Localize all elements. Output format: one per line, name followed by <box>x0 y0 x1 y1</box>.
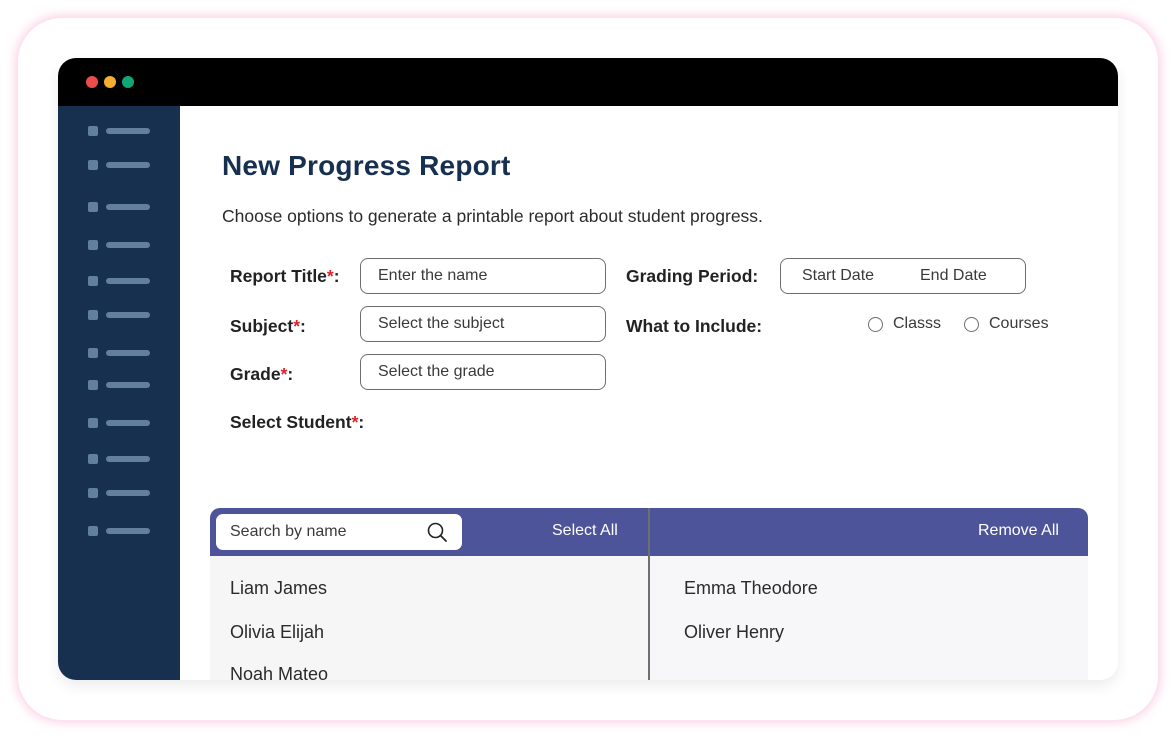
label-colon: : <box>358 412 365 432</box>
radio-button[interactable] <box>964 316 979 332</box>
sidebar-item[interactable] <box>88 454 152 464</box>
label-colon: : <box>333 266 340 286</box>
page-subtitle: Choose options to generate a printable r… <box>222 206 763 226</box>
available-students-list: Liam James Olivia Elijah Noah Mateo <box>210 556 648 680</box>
student-search-input[interactable] <box>230 514 420 550</box>
subject-select[interactable]: Select the subject <box>360 306 606 342</box>
available-student-item[interactable]: Olivia Elijah <box>230 622 324 643</box>
include-option-courses[interactable]: Courses <box>964 306 1049 342</box>
selected-student-item[interactable]: Oliver Henry <box>684 622 784 643</box>
search-icon[interactable] <box>426 521 448 543</box>
sidebar-item-label-placeholder <box>106 204 150 210</box>
grading-period-label: Grading Period: <box>626 266 759 286</box>
sidebar-item-icon <box>88 454 98 464</box>
sidebar-item-label-placeholder <box>106 490 150 496</box>
window-close-button[interactable] <box>86 76 98 88</box>
sidebar-item[interactable] <box>88 310 152 320</box>
sidebar-item-label-placeholder <box>106 128 150 134</box>
select-student-label-text: Select Student <box>230 412 352 432</box>
sidebar-item-label-placeholder <box>106 456 150 462</box>
sidebar-item-icon <box>88 240 98 250</box>
grading-period-range: Start Date End Date <box>780 258 1026 294</box>
report-title-label-text: Report Title <box>230 266 327 286</box>
window-minimize-button[interactable] <box>104 76 116 88</box>
radio-label: Courses <box>989 315 1049 332</box>
sidebar-item-icon <box>88 202 98 212</box>
grade-select[interactable]: Select the grade <box>360 354 606 390</box>
subject-label: Subject*: <box>230 316 306 337</box>
sidebar-item[interactable] <box>88 160 152 170</box>
sidebar-item[interactable] <box>88 526 152 536</box>
grade-label-text: Grade <box>230 364 281 384</box>
student-search-box <box>216 514 462 550</box>
student-picker: Select All Remove All Liam James Olivia … <box>210 508 1088 680</box>
sidebar-item-label-placeholder <box>106 312 150 318</box>
what-to-include-label: What to Include: <box>626 316 763 336</box>
sidebar-item-icon <box>88 310 98 320</box>
sidebar-item-icon <box>88 160 98 170</box>
sidebar-item[interactable] <box>88 488 152 498</box>
required-mark: * <box>293 316 301 336</box>
sidebar-item-label-placeholder <box>106 382 150 388</box>
report-title-input[interactable]: Enter the name <box>360 258 606 294</box>
sidebar-item-icon <box>88 126 98 136</box>
sidebar-item-icon <box>88 418 98 428</box>
sidebar-item-icon <box>88 348 98 358</box>
report-title-label: Report Title*: <box>230 266 340 287</box>
remove-all-button[interactable]: Remove All <box>978 522 1059 540</box>
label-colon: : <box>300 316 306 336</box>
sidebar-item-label-placeholder <box>106 350 150 356</box>
sidebar-item-icon <box>88 380 98 390</box>
sidebar-item[interactable] <box>88 348 152 358</box>
sidebar-item-label-placeholder <box>106 162 150 168</box>
sidebar-item[interactable] <box>88 240 152 250</box>
window-maximize-button[interactable] <box>122 76 134 88</box>
start-date-input[interactable]: Start Date <box>802 259 874 293</box>
sidebar-item-icon <box>88 488 98 498</box>
sidebar-item[interactable] <box>88 126 152 136</box>
sidebar-item-label-placeholder <box>106 242 150 248</box>
grade-label: Grade*: <box>230 364 293 385</box>
sidebar-item-label-placeholder <box>106 420 150 426</box>
sidebar-item[interactable] <box>88 380 152 390</box>
label-colon: : <box>287 364 294 384</box>
end-date-input[interactable]: End Date <box>920 259 987 293</box>
title-bar <box>58 58 1118 106</box>
include-option-classes[interactable]: Classs <box>868 306 941 342</box>
selected-students-list: Emma Theodore Oliver Henry <box>650 556 1088 680</box>
required-mark: * <box>326 266 334 286</box>
select-all-button[interactable]: Select All <box>552 522 618 540</box>
picker-divider <box>648 508 650 680</box>
sidebar-item[interactable] <box>88 276 152 286</box>
sidebar-item-icon <box>88 526 98 536</box>
main-content: New Progress Report Choose options to ge… <box>180 106 1118 680</box>
sidebar-item-label-placeholder <box>106 528 150 534</box>
available-student-item[interactable]: Noah Mateo <box>230 664 328 680</box>
radio-label: Classs <box>893 315 942 332</box>
sidebar <box>58 106 180 680</box>
sidebar-item-label-placeholder <box>106 278 150 284</box>
available-student-item[interactable]: Liam James <box>230 578 327 599</box>
sidebar-item[interactable] <box>88 418 152 428</box>
select-student-label: Select Student*: <box>230 412 364 433</box>
page-title: New Progress Report <box>222 150 511 181</box>
sidebar-item-icon <box>88 276 98 286</box>
app-window: New Progress Report Choose options to ge… <box>58 58 1118 680</box>
subject-label-text: Subject <box>230 316 294 336</box>
selected-student-item[interactable]: Emma Theodore <box>684 578 818 599</box>
radio-button[interactable] <box>868 316 883 332</box>
sidebar-item[interactable] <box>88 202 152 212</box>
